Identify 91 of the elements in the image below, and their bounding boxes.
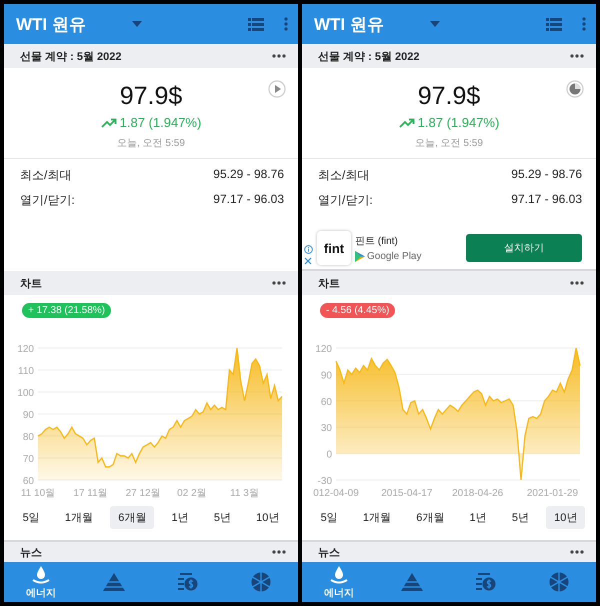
dropdown-caret-icon[interactable] [132,21,142,27]
y-axis-label: 60 [22,476,34,487]
wheel-icon [549,572,570,592]
nav-tab[interactable]: 에너지 [4,562,78,602]
pyramid-icon [103,573,126,591]
x-axis-label: 2015-04-17 [381,488,432,499]
more-options-icon[interactable] [272,550,286,554]
y-axis-label: 0 [326,450,332,461]
play-store-icon [355,251,365,262]
x-axis-label: 2018-04-26 [452,488,504,499]
range-tab[interactable]: 10년 [248,506,288,529]
range-tab[interactable]: 1년 [462,506,495,529]
price: 97.9$ [120,82,182,111]
nav-tab[interactable]: 에너지 [302,562,376,602]
change-badge: + 17.38 (21.58%) [22,303,111,318]
pyramid-icon [401,573,424,591]
range-tab[interactable]: 5일 [14,506,48,529]
trend-up-icon [100,118,117,128]
more-options-icon[interactable] [272,54,286,58]
change-badge: - 4.56 (4.45%) [320,303,396,318]
x-axis-label: 17 11월 [73,488,108,499]
more-options-icon[interactable] [272,281,286,285]
more-options-icon[interactable] [570,54,584,58]
more-menu-icon[interactable] [284,17,288,31]
y-axis-label: 70 [22,454,34,465]
install-button[interactable]: 설치하기 [466,234,582,262]
coin-list-icon [476,573,496,591]
more-options-icon[interactable] [570,550,584,554]
y-axis-label: 120 [17,344,34,355]
close-icon[interactable] [304,257,312,265]
ad-app-name: 핀트 (fint) [355,235,399,248]
app-title: WTI 원유 [314,14,384,36]
info-icon[interactable] [304,245,313,254]
x-axis-label: 11 10월 [20,488,56,499]
contract-title: 선물 계약 : 5월 2022 [20,50,122,64]
range-tab[interactable]: 1개월 [56,506,102,529]
coin-list-icon [178,573,198,591]
stat-label: 최소/최대 [20,167,72,184]
stat-value: 97.17 - 96.03 [213,192,284,208]
chart-title: 차트 [318,276,340,290]
news-title: 뉴스 [20,546,42,560]
play-icon[interactable] [268,80,286,98]
range-tab[interactable]: 1개월 [354,506,400,529]
store-name: Google Play [367,251,422,262]
stat-label: 열기/닫기: [20,192,75,209]
stat-value: 97.17 - 96.03 [511,192,582,208]
wheel-icon [251,572,272,592]
range-tab[interactable]: 6개월 [110,506,154,529]
y-axis-label: 100 [17,388,34,399]
y-axis-label: 90 [22,410,34,421]
stat-label: 최소/최대 [318,167,370,184]
app-title: WTI 원유 [16,14,86,36]
price-change: 1.87 (1.947%) [120,115,202,130]
news-title: 뉴스 [318,546,340,560]
quote-time: 오늘, 오전 5:59 [415,137,483,150]
range-tab[interactable]: 6개월 [408,506,452,529]
list-view-icon[interactable] [248,18,264,30]
x-axis-label: 012-04-09 [313,488,359,499]
stat-value: 95.29 - 98.76 [213,167,284,183]
y-axis-label: 110 [18,366,34,377]
chart-title: 차트 [20,276,42,290]
y-axis-label: -30 [318,476,332,487]
range-tab[interactable]: 5년 [504,506,537,529]
x-axis-label: 2021-01-29 [526,488,578,499]
stat-value: 95.29 - 98.76 [511,167,582,183]
y-axis-label: 30 [320,423,332,434]
quote-time: 오늘, 오전 5:59 [117,137,185,150]
stat-label: 열기/닫기: [318,192,373,209]
list-view-icon[interactable] [546,18,562,30]
drop-icon [328,564,349,584]
y-axis-label: 80 [22,432,34,443]
price-change: 1.87 (1.947%) [418,115,500,130]
y-axis-label: 60 [320,396,332,408]
app-logo: fint [317,231,351,265]
range-tab[interactable]: 10년 [546,506,586,529]
trend-up-icon [398,118,415,128]
dropdown-caret-icon[interactable] [430,21,440,27]
range-tab[interactable]: 5년 [206,506,239,529]
x-axis-label: 11 3월 [230,488,259,499]
x-axis-label: 02 2월 [177,488,207,499]
price: 97.9$ [418,82,480,111]
loading-icon[interactable] [566,80,584,98]
more-menu-icon[interactable] [582,17,586,31]
y-axis-label: 90 [320,370,332,382]
contract-title: 선물 계약 : 5월 2022 [318,50,420,64]
drop-icon [30,564,51,584]
range-tab[interactable]: 1년 [164,506,197,529]
more-options-icon[interactable] [570,281,584,285]
x-axis-label: 27 12월 [126,488,161,499]
range-tab[interactable]: 5일 [312,506,346,529]
y-axis-label: 120 [315,344,332,355]
